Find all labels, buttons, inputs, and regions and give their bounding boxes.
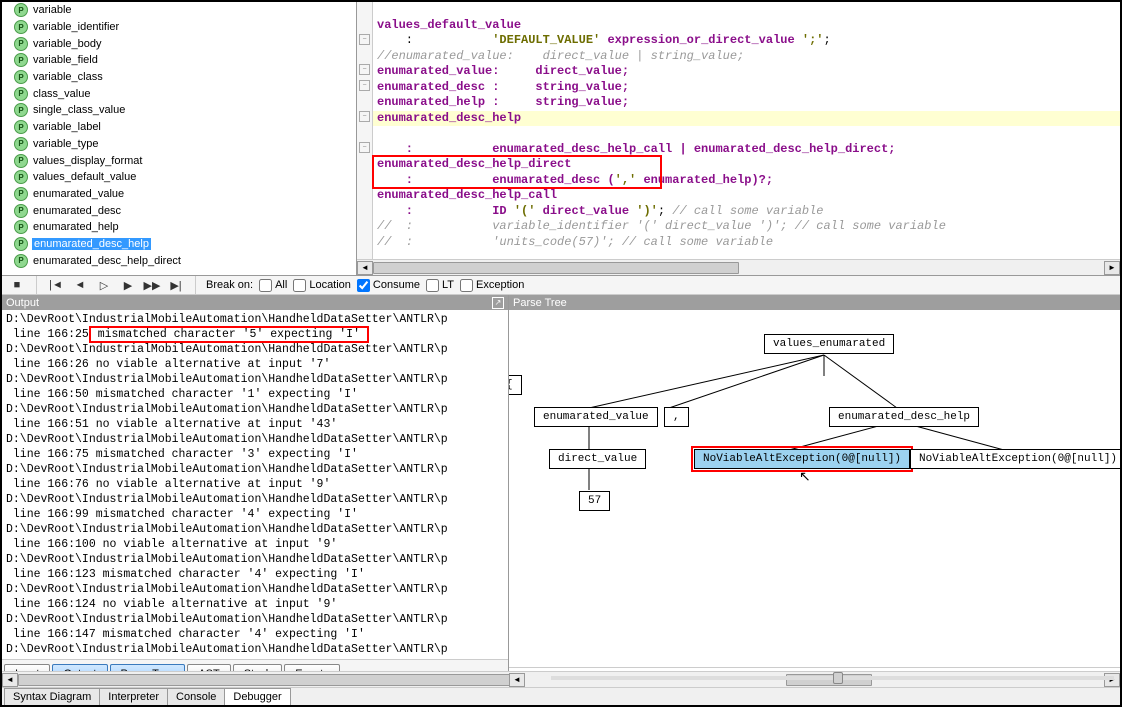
output-line: line 166:25 mismatched character '5' exp… bbox=[6, 327, 504, 342]
tree-item-enumarated_help[interactable]: Penumarated_help bbox=[14, 219, 356, 236]
output-line: line 166:147 mismatched character '4' ex… bbox=[6, 627, 504, 642]
code-rule: values_default_value bbox=[377, 18, 521, 32]
tree-item-single_class_value[interactable]: Psingle_class_value bbox=[14, 102, 356, 119]
parsetree-panel: Parse Tree values_enumarated { enumarate… bbox=[509, 295, 1120, 687]
output-line: line 166:50 mismatched character '1' exp… bbox=[6, 387, 504, 402]
break-exception[interactable]: Exception bbox=[460, 279, 524, 292]
parse-tree-canvas[interactable]: values_enumarated { enumarated_value , e… bbox=[509, 310, 1120, 667]
rule-tree-panel: PvariablePvariable_identifierPvariable_b… bbox=[2, 2, 357, 275]
parser-rule-icon: P bbox=[14, 70, 28, 84]
node-enumarated-value[interactable]: enumarated_value bbox=[534, 407, 658, 427]
output-line: D:\DevRoot\IndustrialMobileAutomation\Ha… bbox=[6, 372, 504, 387]
break-on-label: Break on: bbox=[206, 279, 253, 291]
node-lbrace[interactable]: { bbox=[509, 375, 522, 395]
output-line: D:\DevRoot\IndustrialMobileAutomation\Ha… bbox=[6, 642, 504, 657]
output-text[interactable]: D:\DevRoot\IndustrialMobileAutomation\Ha… bbox=[2, 310, 508, 659]
output-line: line 166:51 no viable alternative at inp… bbox=[6, 417, 504, 432]
break-location[interactable]: Location bbox=[293, 279, 351, 292]
break-lt[interactable]: LT bbox=[426, 279, 454, 292]
output-panel: Output ↗ D:\DevRoot\IndustrialMobileAuto… bbox=[2, 295, 509, 687]
parser-rule-icon: P bbox=[14, 137, 28, 151]
step-back-button[interactable]: ◄ bbox=[71, 276, 89, 294]
file-tab-debugger[interactable]: Debugger bbox=[224, 688, 290, 705]
tree-item-variable_field[interactable]: Pvariable_field bbox=[14, 52, 356, 69]
cursor-icon: ↖ bbox=[799, 468, 811, 485]
output-line: line 166:123 mismatched character '4' ex… bbox=[6, 567, 504, 582]
parser-rule-icon: P bbox=[14, 154, 28, 168]
stop-button[interactable]: ■ bbox=[8, 276, 26, 294]
code-hscroll[interactable]: ◄ ► bbox=[357, 259, 1120, 275]
fast-forward-button[interactable]: ▶▶ bbox=[143, 276, 161, 294]
node-values-enumarated[interactable]: values_enumarated bbox=[764, 334, 894, 354]
output-line: D:\DevRoot\IndustrialMobileAutomation\Ha… bbox=[6, 312, 504, 327]
tree-item-enumarated_value[interactable]: Penumarated_value bbox=[14, 186, 356, 203]
play-button[interactable]: ▷ bbox=[95, 276, 113, 294]
file-tab-syntax-diagram[interactable]: Syntax Diagram bbox=[4, 688, 100, 705]
output-line: line 166:76 no viable alternative at inp… bbox=[6, 477, 504, 492]
output-line: D:\DevRoot\IndustrialMobileAutomation\Ha… bbox=[6, 582, 504, 597]
parser-rule-icon: P bbox=[14, 87, 28, 101]
break-all[interactable]: All bbox=[259, 279, 287, 292]
parser-rule-icon: P bbox=[14, 120, 28, 134]
output-line: D:\DevRoot\IndustrialMobileAutomation\Ha… bbox=[6, 462, 504, 477]
parser-rule-icon: P bbox=[14, 170, 28, 184]
zoom-slider[interactable] bbox=[551, 676, 1114, 680]
tree-item-class_value[interactable]: Pclass_value bbox=[14, 85, 356, 102]
parser-rule-icon: P bbox=[14, 37, 28, 51]
code-editor[interactable]: − − − − − values_default_value : 'DEFAUL… bbox=[357, 2, 1120, 275]
tree-item-variable_identifier[interactable]: Pvariable_identifier bbox=[14, 19, 356, 36]
output-line: line 166:100 no viable alternative at in… bbox=[6, 537, 504, 552]
output-line: line 166:99 mismatched character '4' exp… bbox=[6, 507, 504, 522]
step-forward-button[interactable]: ▶ bbox=[119, 276, 137, 294]
parser-rule-icon: P bbox=[14, 220, 28, 234]
editor-tabs: Syntax DiagramInterpreterConsoleDebugger bbox=[2, 687, 1120, 705]
output-line: D:\DevRoot\IndustrialMobileAutomation\Ha… bbox=[6, 342, 504, 357]
tree-item-variable_type[interactable]: Pvariable_type bbox=[14, 136, 356, 153]
parsetree-title-bar: Parse Tree bbox=[509, 295, 1120, 310]
tree-item-values_default_value[interactable]: Pvalues_default_value bbox=[14, 169, 356, 186]
output-line: D:\DevRoot\IndustrialMobileAutomation\Ha… bbox=[6, 612, 504, 627]
output-line: D:\DevRoot\IndustrialMobileAutomation\Ha… bbox=[6, 402, 504, 417]
tree-item-enumarated_desc[interactable]: Penumarated_desc bbox=[14, 202, 356, 219]
parser-rule-icon: P bbox=[14, 204, 28, 218]
tree-item-values_display_format[interactable]: Pvalues_display_format bbox=[14, 152, 356, 169]
tree-item-variable_body[interactable]: Pvariable_body bbox=[14, 35, 356, 52]
output-line: line 166:124 no viable alternative at in… bbox=[6, 597, 504, 612]
parser-rule-icon: P bbox=[14, 3, 28, 17]
parser-rule-icon: P bbox=[14, 103, 28, 117]
node-57[interactable]: 57 bbox=[579, 491, 610, 511]
tree-item-enumarated_desc_help[interactable]: Penumarated_desc_help bbox=[14, 236, 356, 253]
node-exception-2[interactable]: NoViableAltException(0@[null]) bbox=[910, 449, 1120, 469]
tree-item-enumarated_desc_help_direct[interactable]: Penumarated_desc_help_direct bbox=[14, 252, 356, 269]
node-enumarated-desc-help[interactable]: enumarated_desc_help bbox=[829, 407, 979, 427]
parser-rule-icon: P bbox=[14, 20, 28, 34]
scroll-left-icon[interactable]: ◄ bbox=[357, 261, 373, 275]
break-consume[interactable]: Consume bbox=[357, 279, 420, 292]
output-line: D:\DevRoot\IndustrialMobileAutomation\Ha… bbox=[6, 522, 504, 537]
output-line: D:\DevRoot\IndustrialMobileAutomation\Ha… bbox=[6, 552, 504, 567]
file-tab-interpreter[interactable]: Interpreter bbox=[99, 688, 168, 705]
node-direct-value[interactable]: direct_value bbox=[549, 449, 646, 469]
tree-item-variable_class[interactable]: Pvariable_class bbox=[14, 69, 356, 86]
output-title-bar: Output ↗ bbox=[2, 295, 508, 310]
parser-rule-icon: P bbox=[14, 53, 28, 67]
debug-toolbar: ■ |◄ ◄ ▷ ▶ ▶▶ ▶| Break on: All Location … bbox=[2, 276, 1120, 295]
go-start-button[interactable]: |◄ bbox=[47, 276, 65, 294]
parser-rule-icon: P bbox=[14, 237, 28, 251]
scroll-right-icon[interactable]: ► bbox=[1104, 261, 1120, 275]
popout-icon[interactable]: ↗ bbox=[492, 297, 504, 309]
output-line: line 166:26 no viable alternative at inp… bbox=[6, 357, 504, 372]
file-tab-console[interactable]: Console bbox=[167, 688, 225, 705]
parser-rule-icon: P bbox=[14, 187, 28, 201]
output-line: D:\DevRoot\IndustrialMobileAutomation\Ha… bbox=[6, 492, 504, 507]
output-line: D:\DevRoot\IndustrialMobileAutomation\Ha… bbox=[6, 432, 504, 447]
tree-item-variable[interactable]: Pvariable bbox=[14, 2, 356, 19]
output-line: line 166:75 mismatched character '3' exp… bbox=[6, 447, 504, 462]
node-exception-1[interactable]: NoViableAltException(0@[null]) bbox=[694, 449, 910, 469]
node-comma[interactable]: , bbox=[664, 407, 689, 427]
go-end-button[interactable]: ▶| bbox=[167, 276, 185, 294]
tree-item-variable_label[interactable]: Pvariable_label bbox=[14, 119, 356, 136]
parser-rule-icon: P bbox=[14, 254, 28, 268]
